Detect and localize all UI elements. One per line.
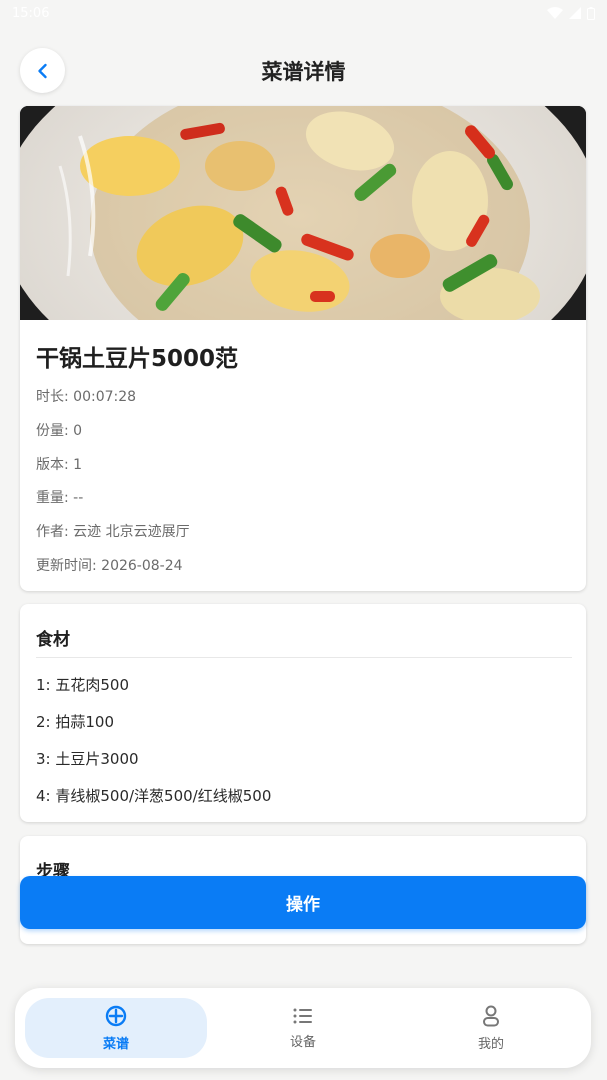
ingredient-item: 2: 拍蒜100	[36, 713, 114, 731]
ingredients-title: 食材	[36, 630, 70, 650]
person-icon	[483, 1005, 499, 1026]
ingredient-item: 1: 五花肉500	[36, 676, 129, 694]
signal-icon	[569, 7, 581, 19]
ingredient-item: 3: 土豆片3000	[36, 750, 139, 768]
wifi-icon	[547, 7, 563, 19]
recipe-name: 干锅土豆片5000范	[36, 346, 239, 372]
battery-icon	[587, 6, 595, 20]
plus-circle-icon	[105, 1005, 127, 1026]
action-button[interactable]: 操作	[20, 876, 586, 929]
ingredient-item: 4: 青线椒500/洋葱500/红线椒500	[36, 787, 272, 805]
info-duration: 时长: 00:07:28	[36, 389, 137, 405]
status-icons	[547, 6, 595, 20]
info-servings: 份量: 0	[36, 423, 83, 439]
tab-profile-label: 我的	[477, 1036, 504, 1052]
header: 菜谱详情	[0, 40, 607, 102]
tab-devices[interactable]: 设备	[212, 998, 394, 1058]
list-icon	[293, 1008, 312, 1023]
tab-recipes[interactable]: 菜谱	[25, 998, 207, 1058]
info-weight: 重量: --	[36, 490, 84, 506]
info-author: 作者: 云迹 北京云迹展厅	[36, 524, 190, 540]
status-time: 15:06	[12, 5, 50, 21]
info-version: 版本: 1	[36, 457, 83, 473]
tab-devices-label: 设备	[289, 1034, 316, 1050]
ingredients-card: 食材 1: 五花肉500 2: 拍蒜100 3: 土豆片3000 4: 青线椒5…	[20, 604, 586, 822]
status-bar: 15:06	[0, 0, 607, 26]
tab-profile[interactable]: 我的	[400, 998, 582, 1058]
divider	[36, 657, 572, 658]
info-updated: 更新时间: 2026-08-24	[36, 558, 183, 574]
tab-recipes-label: 菜谱	[102, 1036, 129, 1052]
page-title: 菜谱详情	[261, 60, 346, 84]
bottom-tab-bar: 菜谱 设备 我的	[15, 988, 591, 1068]
recipe-card: 干锅土豆片5000范 时长: 00:07:28 份量: 0 版本: 1 重量: …	[20, 106, 586, 591]
recipe-image	[20, 106, 586, 320]
